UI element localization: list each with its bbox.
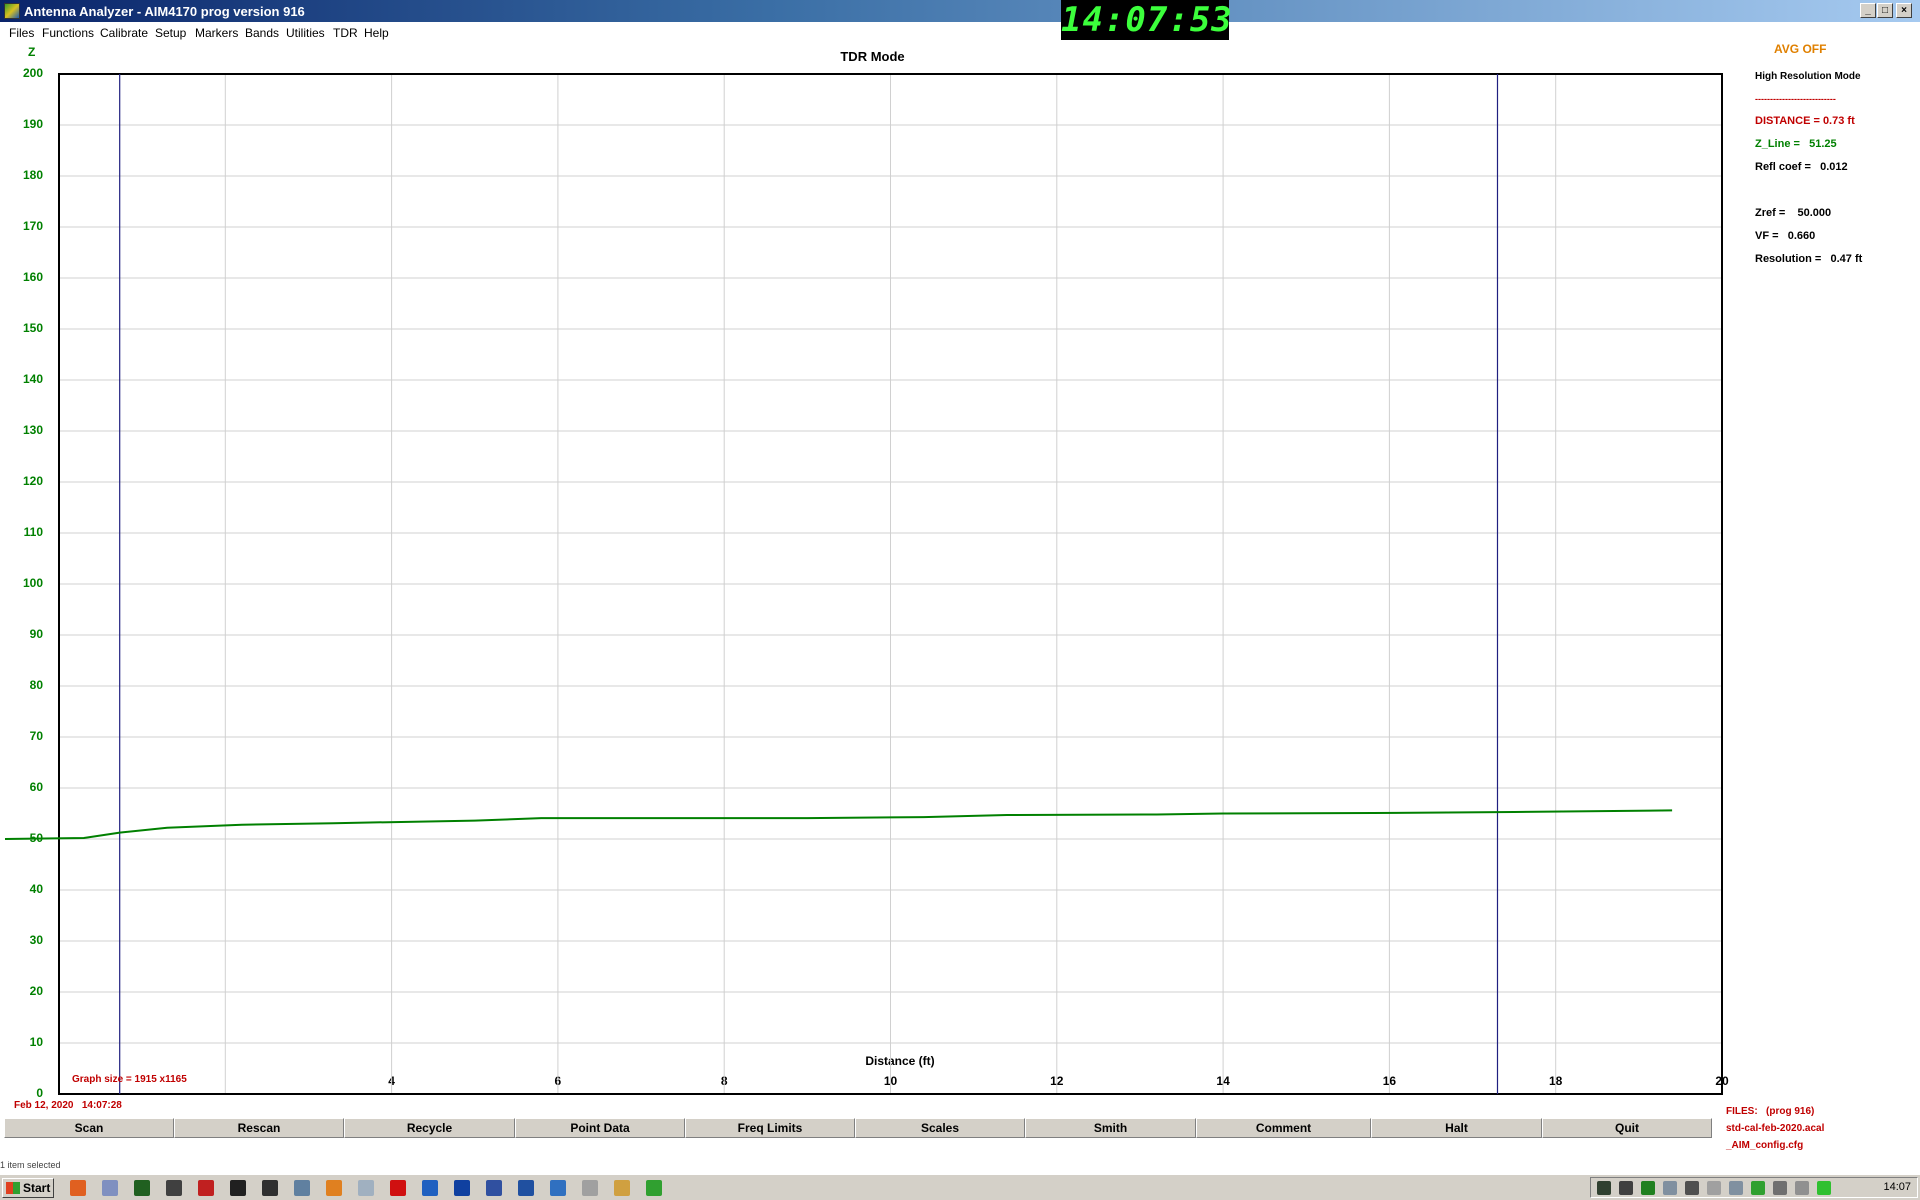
files-header: FILES: (prog 916) — [1726, 1106, 1815, 1117]
opera-icon[interactable] — [390, 1180, 406, 1196]
pacman-icon[interactable] — [230, 1180, 246, 1196]
network-tray-icon[interactable] — [1729, 1181, 1743, 1195]
hand-icon[interactable] — [1685, 1181, 1699, 1195]
audio-icon[interactable] — [1795, 1181, 1809, 1195]
settings-icon[interactable] — [166, 1180, 182, 1196]
avg-status: AVG OFF — [1774, 42, 1827, 56]
start-button[interactable]: Start — [2, 1178, 54, 1198]
point-data-button[interactable]: Point Data — [515, 1118, 685, 1138]
windows-logo-icon — [6, 1182, 20, 1194]
impedance-trace — [4, 809, 1673, 840]
graph-size-label: Graph size = 1915 x1165 — [72, 1074, 187, 1085]
rescan-button[interactable]: Rescan — [174, 1118, 344, 1138]
system-tray: 14:07 — [1590, 1177, 1918, 1198]
status-bar: 1 item selected — [0, 1160, 61, 1170]
volume-icon[interactable] — [1773, 1181, 1787, 1195]
speedometer-icon[interactable] — [1663, 1181, 1677, 1195]
globe2-icon[interactable] — [550, 1180, 566, 1196]
folder-icon[interactable] — [614, 1180, 630, 1196]
z-line-readout: Z_Line = 51.25 — [1755, 138, 1837, 150]
scan-button[interactable]: Scan — [4, 1118, 174, 1138]
timestamp-label: Feb 12, 2020 14:07:28 — [14, 1100, 122, 1111]
tray-clock[interactable]: 14:07 — [1883, 1181, 1911, 1193]
shield-icon[interactable] — [1641, 1181, 1655, 1195]
freq-limits-button[interactable]: Freq Limits — [685, 1118, 855, 1138]
window-icon[interactable] — [102, 1180, 118, 1196]
app-tray-icon[interactable] — [1597, 1181, 1611, 1195]
firefox-icon[interactable] — [70, 1180, 86, 1196]
start-label: Start — [23, 1181, 51, 1195]
vf-readout: VF = 0.660 — [1755, 230, 1816, 242]
info-separator: --------------------------- — [1755, 94, 1836, 104]
sync-icon[interactable] — [326, 1180, 342, 1196]
smith-button[interactable]: Smith — [1025, 1118, 1196, 1138]
word-icon[interactable] — [454, 1180, 470, 1196]
resolution-mode: High Resolution Mode — [1755, 71, 1861, 82]
config-file: _AIM_config.cfg — [1726, 1140, 1804, 1151]
terminal-icon[interactable] — [262, 1180, 278, 1196]
cal-file: std-cal-feb-2020.acal — [1726, 1123, 1825, 1134]
v-tray-icon[interactable] — [1619, 1181, 1633, 1195]
globe-icon[interactable] — [518, 1180, 534, 1196]
tdr-plot[interactable] — [0, 0, 1920, 1200]
recycle-button[interactable]: Recycle — [344, 1118, 515, 1138]
comment-button[interactable]: Comment — [1196, 1118, 1371, 1138]
equalizer-icon[interactable] — [486, 1180, 502, 1196]
scales-button[interactable]: Scales — [855, 1118, 1025, 1138]
antenna-analyzer-icon[interactable] — [646, 1180, 662, 1196]
file-icon[interactable] — [582, 1180, 598, 1196]
zref-readout: Zref = 50.000 — [1755, 207, 1832, 219]
taskbar: Start 14:07 — [0, 1174, 1920, 1200]
bug-icon[interactable] — [198, 1180, 214, 1196]
quit-button[interactable]: Quit — [1542, 1118, 1712, 1138]
document-icon[interactable] — [358, 1180, 374, 1196]
green-circle-icon[interactable] — [1817, 1181, 1831, 1195]
check-icon[interactable] — [1751, 1181, 1765, 1195]
refl-coef-readout: Refl coef = 0.012 — [1755, 161, 1848, 173]
resolution-readout: Resolution = 0.47 ft — [1755, 253, 1863, 265]
distance-readout: DISTANCE = 0.73 ft — [1755, 115, 1855, 127]
network-icon[interactable] — [294, 1180, 310, 1196]
v2-icon[interactable] — [422, 1180, 438, 1196]
grid-icon[interactable] — [134, 1180, 150, 1196]
flag-icon[interactable] — [1707, 1181, 1721, 1195]
halt-button[interactable]: Halt — [1371, 1118, 1542, 1138]
